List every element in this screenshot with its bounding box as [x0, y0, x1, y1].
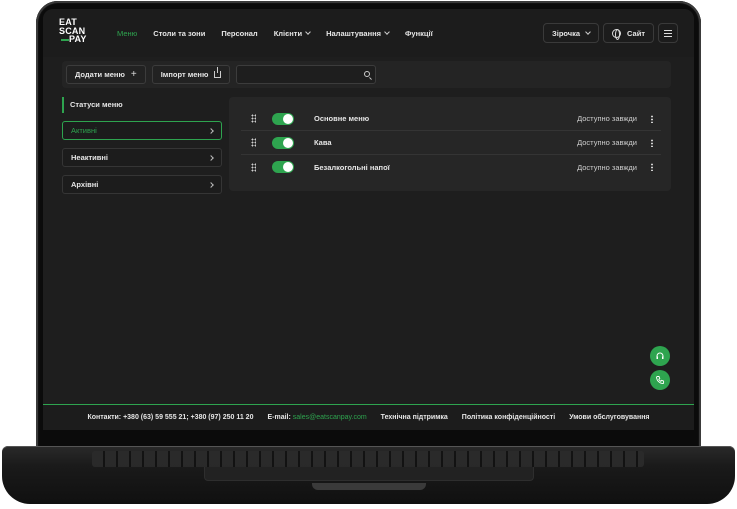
status-active[interactable]: Активні — [62, 121, 222, 140]
menu-toolbar: Додати меню + Імпорт меню — [62, 61, 671, 88]
list-item[interactable]: Кава Доступно завжди — [241, 131, 661, 155]
add-menu-button[interactable]: Додати меню + — [66, 65, 146, 84]
laptop-trackpad — [204, 467, 534, 481]
menu-name: Кава — [314, 138, 332, 147]
menu-status-title: Статуси меню — [62, 97, 222, 113]
nav-functions[interactable]: Функції — [405, 29, 433, 38]
nav-clients[interactable]: Клієнти — [274, 29, 311, 38]
headset-icon — [656, 352, 664, 359]
search-field[interactable] — [236, 65, 377, 86]
support-button[interactable] — [650, 346, 670, 366]
kebab-icon[interactable] — [651, 138, 653, 147]
menu-name: Безалкогольні напої — [314, 162, 390, 172]
status-inactive[interactable]: Неактивні — [62, 148, 222, 167]
venue-select[interactable]: Зірочка — [543, 23, 600, 43]
chevron-down-icon — [305, 29, 311, 35]
list-item[interactable]: Безалкогольні напої Доступно завжди — [241, 155, 661, 179]
kebab-icon[interactable] — [651, 163, 653, 171]
chevron-down-icon — [384, 29, 390, 35]
menu-name: Основне меню — [314, 114, 370, 123]
privacy-link[interactable]: Політика конфіденційності — [462, 414, 555, 421]
chevron-right-icon — [208, 127, 214, 134]
import-menu-button[interactable]: Імпорт меню — [151, 65, 231, 84]
header-actions: Зірочка Сайт — [543, 23, 678, 43]
app-screen: EAT SCAN PAY Меню Столи та зони Персонал… — [43, 9, 694, 430]
menu-availability: Доступно завжди — [577, 114, 637, 123]
main-nav: Меню Столи та зони Персонал Клієнти Нала… — [117, 29, 449, 38]
chevron-right-icon — [208, 181, 214, 188]
menu-enabled-toggle[interactable] — [272, 136, 294, 149]
menu-list: Основне меню Доступно завжди Кава Доступ… — [229, 97, 671, 191]
email-link[interactable]: sales@eatscanpay.com — [293, 414, 367, 421]
menu-availability: Доступно завжди — [577, 138, 637, 147]
phone-icon — [656, 376, 665, 385]
eatscanpay-logo[interactable]: EAT SCAN PAY — [59, 18, 93, 48]
hamburger-menu-button[interactable] — [658, 23, 678, 43]
chevron-down-icon — [585, 29, 591, 35]
terms-link[interactable]: Умови обслуговування — [569, 414, 649, 421]
plus-icon: + — [130, 69, 137, 80]
menu-enabled-toggle[interactable] — [272, 112, 294, 125]
nav-settings[interactable]: Налаштування — [326, 29, 390, 38]
status-archived[interactable]: Архівні — [62, 175, 222, 194]
search-icon — [364, 71, 371, 77]
site-button[interactable]: Сайт — [603, 23, 654, 43]
menu-availability: Доступно завжди — [577, 162, 637, 172]
support-link[interactable]: Технічна підтримка — [381, 414, 448, 421]
nav-menu[interactable]: Меню — [117, 29, 137, 38]
upload-icon — [214, 67, 222, 78]
call-button[interactable] — [650, 370, 670, 390]
chevron-right-icon — [208, 154, 214, 161]
footer-email: E-mail: sales@eatscanpay.com — [267, 414, 367, 421]
footer: Контакти: +380 (63) 59 555 21; +380 (97)… — [43, 404, 694, 430]
globe-icon — [612, 28, 622, 40]
drag-handle-icon[interactable] — [251, 162, 256, 172]
menu-enabled-toggle[interactable] — [272, 161, 294, 173]
laptop-notch — [312, 483, 426, 490]
nav-staff[interactable]: Персонал — [221, 29, 257, 38]
list-item[interactable]: Основне меню Доступно завжди — [241, 107, 661, 131]
drag-handle-icon[interactable] — [251, 114, 256, 123]
drag-handle-icon[interactable] — [251, 138, 256, 147]
laptop-keyboard — [92, 451, 644, 467]
kebab-icon[interactable] — [651, 114, 653, 123]
footer-contacts: Контакти: +380 (63) 59 555 21; +380 (97)… — [87, 414, 254, 421]
top-header: EAT SCAN PAY Меню Столи та зони Персонал… — [43, 9, 694, 57]
nav-tables-zones[interactable]: Столи та зони — [153, 29, 205, 38]
search-input[interactable] — [237, 69, 376, 86]
menu-icon — [664, 32, 672, 34]
